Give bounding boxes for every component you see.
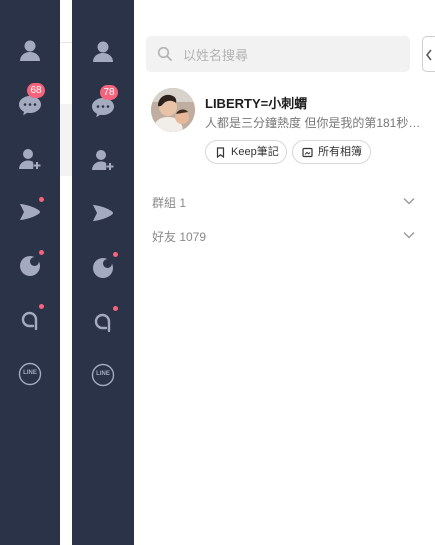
- today-a-icon[interactable]: [16, 304, 44, 333]
- notification-dot: [39, 250, 44, 255]
- chevron-down-icon: [403, 232, 415, 239]
- line-logo-icon[interactable]: LINE: [89, 361, 117, 389]
- person-icon[interactable]: [16, 37, 44, 65]
- profile-status-message: 人都是三分鐘熱度 但你是我的第181秒…: [205, 116, 421, 130]
- notification-dot: [113, 306, 118, 311]
- bookmark-icon: [216, 147, 225, 158]
- avatar[interactable]: [151, 88, 195, 132]
- notification-dot: [39, 197, 44, 202]
- keep-memo-label: Keep筆記: [231, 146, 279, 158]
- friends-section-header[interactable]: 好友 1079: [152, 225, 417, 247]
- chevron-down-icon: [403, 198, 415, 205]
- voom-play-icon[interactable]: [16, 197, 44, 226]
- album-icon: [302, 147, 313, 158]
- unread-badge: 78: [100, 85, 118, 100]
- groups-label: 群組 1: [152, 196, 187, 210]
- line-logo-icon[interactable]: LINE: [16, 360, 44, 388]
- search-input[interactable]: [181, 36, 405, 74]
- sidebar: 78 LINE: [72, 0, 134, 545]
- line-logo-text: LINE: [96, 371, 110, 377]
- chat-bubble-icon[interactable]: 68: [16, 83, 45, 119]
- voom-play-icon[interactable]: [89, 199, 117, 227]
- all-albums-label: 所有相簿: [318, 146, 362, 158]
- openchat-icon[interactable]: [16, 250, 44, 279]
- unread-badge: 68: [27, 83, 45, 98]
- add-person-icon[interactable]: [16, 145, 44, 173]
- sidebar-back: 68 LINE: [0, 0, 60, 545]
- openchat-icon[interactable]: [89, 252, 118, 281]
- search-icon: [157, 46, 172, 61]
- keep-memo-button[interactable]: Keep筆記: [205, 140, 287, 164]
- all-albums-button[interactable]: 所有相簿: [292, 140, 371, 164]
- today-a-icon[interactable]: [89, 306, 118, 335]
- profile-name[interactable]: LIBERTY=小刺蝟: [205, 93, 307, 112]
- groups-section-header[interactable]: 群組 1: [152, 191, 417, 213]
- notification-dot: [39, 304, 44, 309]
- line-logo-text: LINE: [23, 370, 37, 376]
- panel-gap: [60, 0, 72, 545]
- collapse-panel-button[interactable]: [422, 36, 435, 72]
- friends-label: 好友 1079: [152, 230, 207, 244]
- chat-bubble-icon[interactable]: 78: [89, 85, 118, 121]
- search-bar[interactable]: [146, 36, 410, 74]
- notification-dot: [113, 252, 118, 257]
- chevron-left-icon: [426, 49, 432, 61]
- add-person-icon[interactable]: [89, 146, 117, 174]
- person-icon[interactable]: [89, 38, 117, 66]
